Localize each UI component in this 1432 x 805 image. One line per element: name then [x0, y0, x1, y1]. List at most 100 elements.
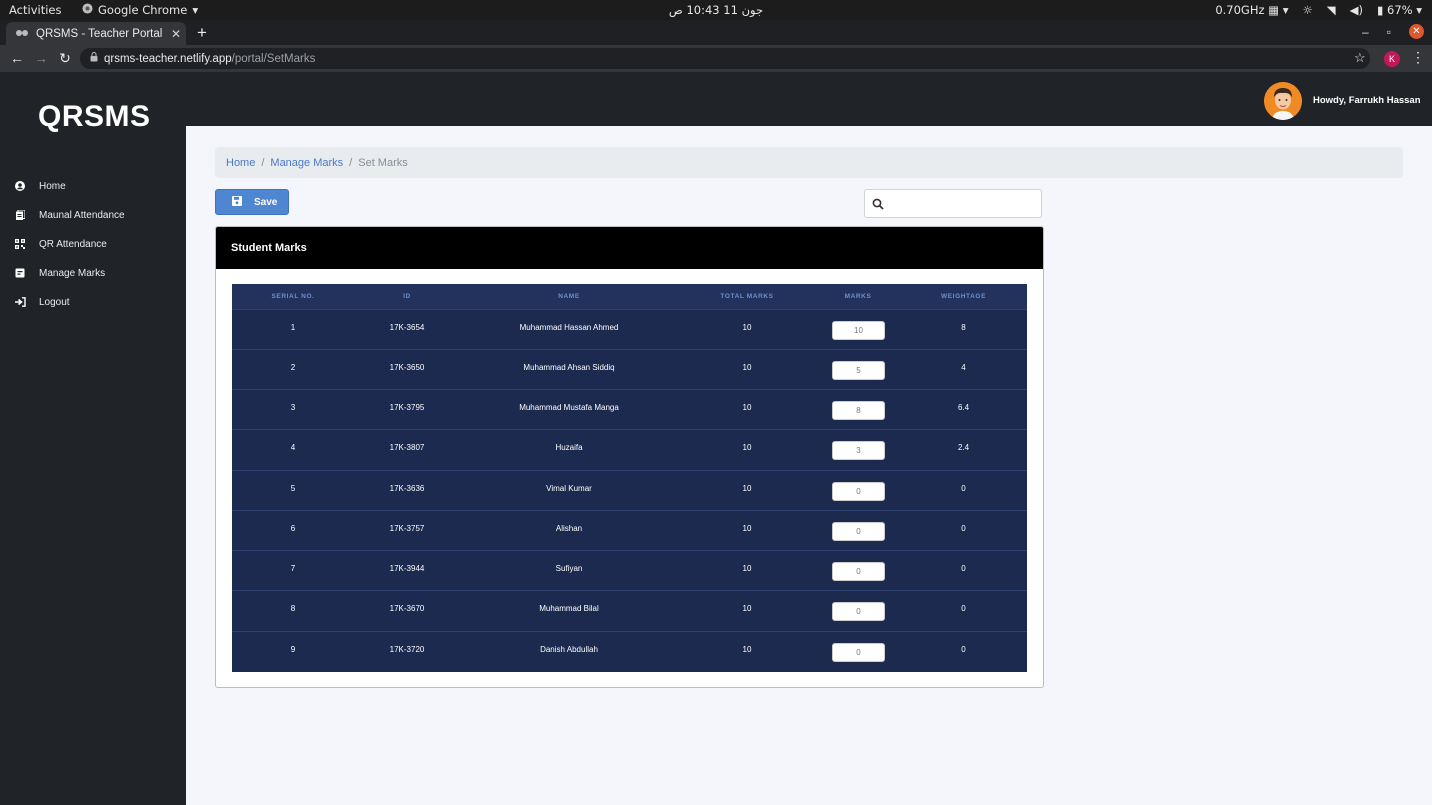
- table-row: 1 17K-3654 Muhammad Hassan Ahmed 10 8: [232, 309, 1027, 349]
- battery-icon: ▮: [1377, 3, 1384, 17]
- url-field[interactable]: qrsms-teacher.netlify.app/portal/SetMark…: [80, 48, 1370, 69]
- back-icon[interactable]: ←: [8, 50, 26, 66]
- cell-serial: 7: [290, 564, 296, 573]
- marks-icon: [14, 267, 26, 279]
- cell-id: 17K-3807: [389, 443, 425, 452]
- close-tab-icon[interactable]: ✕: [166, 27, 186, 41]
- cell-name: Muhammad Ahsan Siddiq: [523, 363, 615, 372]
- cell-total-marks: 10: [742, 363, 752, 372]
- cell-id: 17K-3636: [389, 484, 425, 493]
- cell-id: 17K-3654: [389, 323, 425, 332]
- sidebar-item-label: Manage Marks: [39, 267, 106, 279]
- marks-input[interactable]: [832, 643, 885, 662]
- marks-input[interactable]: [832, 562, 885, 581]
- save-button-label: Save: [254, 196, 278, 208]
- cell-total-marks: 10: [742, 645, 752, 654]
- activities-button[interactable]: Activities: [9, 3, 61, 17]
- floppy-disk-icon: [232, 195, 242, 209]
- url-host: qrsms-teacher.netlify.app: [104, 52, 232, 65]
- table-row: 4 17K-3807 Huzaifa 10 2.4: [232, 429, 1027, 469]
- user-greeting[interactable]: Howdy, Farrukh Hassan: [1313, 95, 1421, 106]
- cell-weightage: 0: [961, 604, 966, 613]
- bookmark-star-icon[interactable]: ☆: [1354, 50, 1366, 66]
- breadcrumb-home[interactable]: Home: [226, 157, 255, 169]
- cell-weightage: 0: [961, 645, 966, 654]
- column-header-weightage: WEIGHTAGE: [941, 293, 986, 300]
- table-row: 7 17K-3944 Sufiyan 10 0: [232, 550, 1027, 590]
- cell-weightage: 8: [961, 323, 966, 332]
- cell-name: Vimal Kumar: [546, 484, 592, 493]
- cell-weightage: 4: [961, 363, 966, 372]
- breadcrumb: Home / Manage Marks / Set Marks: [215, 147, 1403, 178]
- table-row: 3 17K-3795 Muhammad Mustafa Manga 10 6.4: [232, 389, 1027, 429]
- marks-table: SERIAL NO. ID NAME TOTAL MARKS MARKS WEI…: [232, 284, 1027, 672]
- cell-weightage: 0: [961, 484, 966, 493]
- breadcrumb-separator: /: [261, 156, 265, 169]
- avatar[interactable]: [1264, 82, 1302, 120]
- sidebar-item-home[interactable]: Home: [14, 177, 66, 195]
- cell-total-marks: 10: [742, 323, 752, 332]
- cell-id: 17K-3757: [389, 524, 425, 533]
- window-controls: – ▫ ✕: [1362, 24, 1424, 39]
- reload-icon[interactable]: ↻: [56, 50, 74, 67]
- cell-weightage: 2.4: [957, 443, 970, 452]
- cell-id: 17K-3795: [389, 403, 425, 412]
- forward-icon[interactable]: →: [32, 50, 50, 66]
- cell-name: Muhammad Bilal: [539, 604, 599, 613]
- volume-icon: ◀): [1349, 3, 1363, 17]
- marks-input[interactable]: [832, 321, 885, 340]
- marks-input[interactable]: [832, 361, 885, 380]
- search-icon: [872, 197, 884, 215]
- marks-input[interactable]: [832, 441, 885, 460]
- cell-id: 17K-3650: [389, 363, 425, 372]
- new-tab-button[interactable]: +: [194, 23, 210, 43]
- table-header: SERIAL NO. ID NAME TOTAL MARKS MARKS WEI…: [232, 284, 1027, 309]
- minimize-icon[interactable]: –: [1362, 25, 1369, 39]
- cell-id: 17K-3944: [389, 564, 425, 573]
- app-name: Google Chrome: [98, 3, 188, 17]
- cell-serial: 8: [290, 604, 296, 613]
- favicon-icon: [16, 28, 28, 40]
- breadcrumb-manage-marks[interactable]: Manage Marks: [270, 157, 343, 169]
- sidebar-item-label: Home: [39, 180, 66, 192]
- system-tray[interactable]: 0.70GHz ▦ ▾ ☼ ◥ ◀) ▮ 67% ▾: [1215, 3, 1422, 17]
- marks-input[interactable]: [832, 401, 885, 420]
- sidebar-item-qr-attendance[interactable]: QR Attendance: [14, 235, 107, 253]
- card-title: Student Marks: [216, 227, 1043, 269]
- student-marks-card: Student Marks SERIAL NO. ID NAME TOTAL M…: [215, 226, 1044, 688]
- search-box: [864, 189, 1042, 218]
- column-header-serial: SERIAL NO.: [271, 293, 315, 300]
- chrome-icon: [82, 3, 93, 17]
- sidebar-item-manual-attendance[interactable]: Maunal Attendance: [14, 206, 125, 224]
- tab-title: QRSMS - Teacher Portal: [36, 27, 163, 40]
- marks-input[interactable]: [832, 482, 885, 501]
- cpu-icon: ▦ ▾: [1268, 3, 1289, 17]
- address-bar-row: ← → ↻ qrsms-teacher.netlify.app/portal/S…: [0, 45, 1432, 72]
- search-input[interactable]: [889, 194, 1037, 214]
- save-button[interactable]: Save: [215, 189, 289, 215]
- menu-kebab-icon[interactable]: ⋮: [1411, 49, 1425, 66]
- cpu-freq: 0.70GHz ▦ ▾: [1215, 3, 1289, 17]
- user-circle-icon: [14, 180, 26, 192]
- column-header-id: ID: [403, 293, 411, 300]
- sidebar-item-logout[interactable]: Logout: [14, 293, 70, 311]
- window-close-icon[interactable]: ✕: [1409, 24, 1424, 39]
- browser-tab[interactable]: QRSMS - Teacher Portal ✕: [6, 22, 186, 45]
- marks-input[interactable]: [832, 522, 885, 541]
- cell-name: Alishan: [555, 524, 583, 533]
- app-menu[interactable]: Google Chrome ▾: [82, 3, 198, 17]
- cell-name: Danish Abdullah: [540, 645, 598, 654]
- cell-serial: 5: [290, 484, 296, 493]
- marks-input[interactable]: [832, 602, 885, 621]
- restore-icon[interactable]: ▫: [1387, 25, 1391, 39]
- table-row: 5 17K-3636 Vimal Kumar 10 0: [232, 470, 1027, 510]
- column-header-total-marks: TOTAL MARKS: [720, 293, 774, 300]
- top-header: [186, 72, 1432, 126]
- cell-weightage: 0: [961, 564, 966, 573]
- cell-total-marks: 10: [742, 443, 752, 452]
- cell-weightage: 0: [961, 524, 966, 533]
- sidebar-item-manage-marks[interactable]: Manage Marks: [14, 264, 105, 282]
- profile-avatar[interactable]: K: [1384, 51, 1400, 67]
- cell-total-marks: 10: [742, 403, 752, 412]
- cell-serial: 3: [290, 403, 296, 412]
